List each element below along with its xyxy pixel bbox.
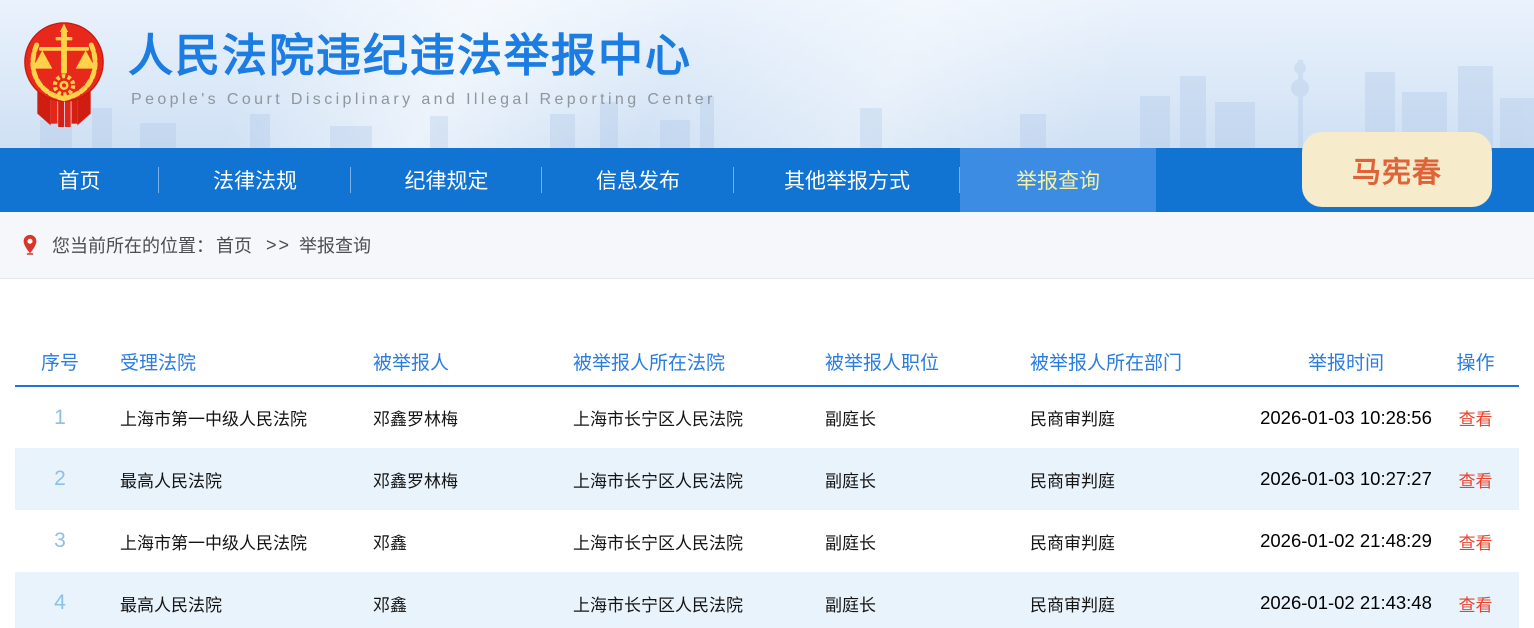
cell-position: 副庭长: [805, 386, 1010, 448]
table-row: 2 最高人民法院 邓鑫罗林梅 上海市长宁区人民法院 副庭长 民商审判庭 2026…: [15, 448, 1519, 510]
nav-item-discipline-rules[interactable]: 纪律规定: [351, 148, 542, 212]
cell-department: 民商审判庭: [1010, 572, 1260, 628]
cell-report-time: 2026-01-02 21:43:48: [1260, 572, 1432, 628]
cell-position: 副庭长: [805, 572, 1010, 628]
breadcrumb-separator: >>: [266, 235, 291, 256]
cell-accepting-court: 上海市第一中级人民法院: [105, 386, 355, 448]
cell-reported-person: 邓鑫: [355, 572, 555, 628]
cell-department: 民商审判庭: [1010, 448, 1260, 510]
view-link[interactable]: 查看: [1459, 410, 1493, 429]
site-title: 人民法院违纪违法举报中心: [128, 30, 716, 82]
site-subtitle: People's Court Disciplinary and Illegal …: [131, 91, 716, 109]
cell-reported-person: 邓鑫: [355, 510, 555, 572]
site-header: 人民法院违纪违法举报中心 People's Court Disciplinary…: [0, 0, 1534, 148]
cell-reported-court: 上海市长宁区人民法院: [555, 510, 805, 572]
col-header-index: 序号: [15, 338, 105, 386]
nav-item-report-query[interactable]: 举报查询: [960, 148, 1156, 212]
cell-report-time: 2026-01-03 10:28:56: [1260, 386, 1432, 448]
breadcrumb-home-link[interactable]: 首页: [216, 232, 252, 258]
cell-index: 2: [15, 448, 105, 510]
cell-reported-court: 上海市长宁区人民法院: [555, 572, 805, 628]
view-link[interactable]: 查看: [1459, 596, 1493, 615]
cell-department: 民商审判庭: [1010, 386, 1260, 448]
brand: 人民法院违纪违法举报中心 People's Court Disciplinary…: [14, 8, 716, 136]
user-badge[interactable]: 马宪春: [1302, 132, 1492, 207]
col-header-action: 操作: [1432, 338, 1519, 386]
nav-item-laws[interactable]: 法律法规: [159, 148, 351, 212]
col-header-report-time: 举报时间: [1260, 338, 1432, 386]
cell-index: 1: [15, 386, 105, 448]
cell-index: 3: [15, 510, 105, 572]
table-row: 1 上海市第一中级人民法院 邓鑫罗林梅 上海市长宁区人民法院 副庭长 民商审判庭…: [15, 386, 1519, 448]
court-emblem-logo-icon: [14, 8, 114, 136]
nav-item-news[interactable]: 信息发布: [542, 148, 734, 212]
col-header-position: 被举报人职位: [805, 338, 1010, 386]
cell-report-time: 2026-01-02 21:48:29: [1260, 510, 1432, 572]
report-query-results: 序号 受理法院 被举报人 被举报人所在法院 被举报人职位 被举报人所在部门 举报…: [15, 338, 1519, 628]
table-header-row: 序号 受理法院 被举报人 被举报人所在法院 被举报人职位 被举报人所在部门 举报…: [15, 338, 1519, 386]
col-header-department: 被举报人所在部门: [1010, 338, 1260, 386]
report-table: 序号 受理法院 被举报人 被举报人所在法院 被举报人职位 被举报人所在部门 举报…: [15, 338, 1519, 628]
col-header-accepting-court: 受理法院: [105, 338, 355, 386]
table-row: 4 最高人民法院 邓鑫 上海市长宁区人民法院 副庭长 民商审判庭 2026-01…: [15, 572, 1519, 628]
view-link[interactable]: 查看: [1459, 472, 1493, 491]
cell-accepting-court: 上海市第一中级人民法院: [105, 510, 355, 572]
cell-accepting-court: 最高人民法院: [105, 572, 355, 628]
cell-reported-court: 上海市长宁区人民法院: [555, 386, 805, 448]
nav-item-home[interactable]: 首页: [0, 148, 159, 212]
breadcrumb-label: 您当前所在的位置：: [52, 232, 214, 258]
cell-department: 民商审判庭: [1010, 510, 1260, 572]
col-header-reported-court: 被举报人所在法院: [555, 338, 805, 386]
location-pin-icon: [21, 233, 39, 257]
cell-position: 副庭长: [805, 510, 1010, 572]
cell-index: 4: [15, 572, 105, 628]
cell-reported-person: 邓鑫罗林梅: [355, 448, 555, 510]
col-header-reported-person: 被举报人: [355, 338, 555, 386]
breadcrumb-current: 举报查询: [299, 232, 371, 258]
view-link[interactable]: 查看: [1459, 534, 1493, 553]
cell-report-time: 2026-01-03 10:27:27: [1260, 448, 1432, 510]
cell-reported-person: 邓鑫罗林梅: [355, 386, 555, 448]
nav-item-other-report-methods[interactable]: 其他举报方式: [734, 148, 960, 212]
table-row: 3 上海市第一中级人民法院 邓鑫 上海市长宁区人民法院 副庭长 民商审判庭 20…: [15, 510, 1519, 572]
breadcrumb: 您当前所在的位置： 首页 >> 举报查询: [0, 212, 1534, 279]
cell-reported-court: 上海市长宁区人民法院: [555, 448, 805, 510]
cell-accepting-court: 最高人民法院: [105, 448, 355, 510]
cell-position: 副庭长: [805, 448, 1010, 510]
